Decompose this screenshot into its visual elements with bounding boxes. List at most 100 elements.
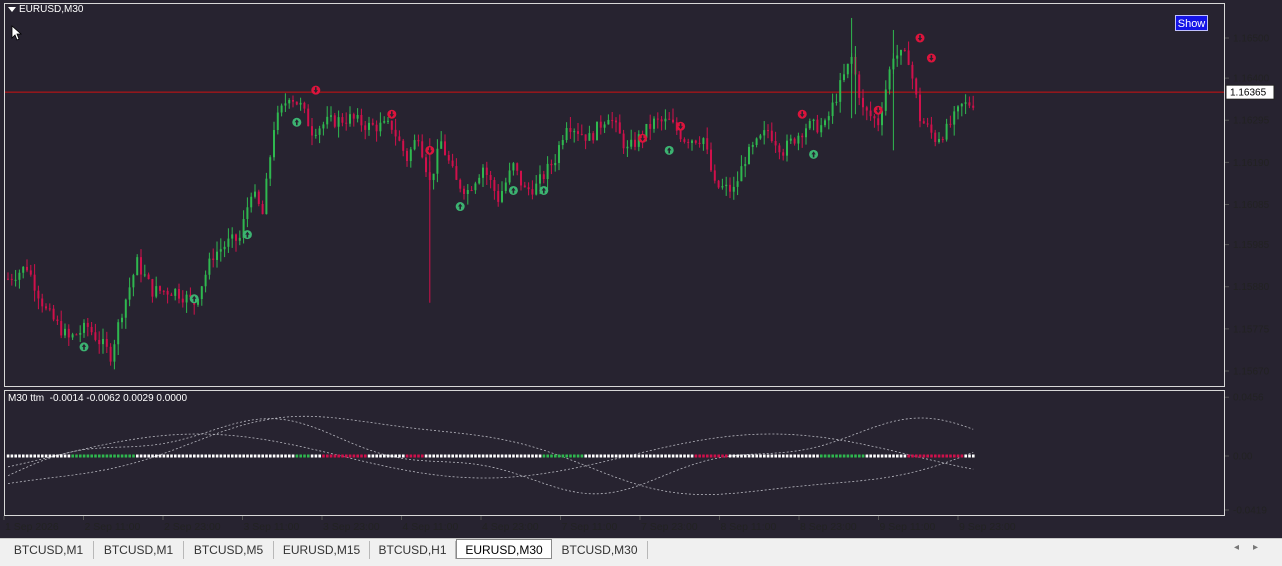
histogram-dot xyxy=(170,454,173,458)
histogram-dot xyxy=(774,454,777,458)
candle xyxy=(683,137,686,144)
histogram-dot xyxy=(352,454,356,458)
candle xyxy=(155,276,158,299)
candle xyxy=(273,121,275,161)
candle xyxy=(964,94,967,115)
candle xyxy=(299,97,302,111)
candle xyxy=(520,170,522,191)
chart-tab[interactable]: EURUSD,M30 xyxy=(456,539,552,559)
histogram-dot xyxy=(356,454,359,458)
chart-tab[interactable]: BTCUSD,M1 xyxy=(4,541,94,559)
histogram-dot xyxy=(71,454,74,458)
candle xyxy=(311,117,313,146)
time-tick-label: 7 Sep 11:00 xyxy=(562,521,618,533)
candle xyxy=(246,197,249,228)
time-tick-label: 9 Sep 23:00 xyxy=(959,521,1016,533)
candle xyxy=(763,121,766,145)
chart-tab[interactable]: EURUSD,M15 xyxy=(274,541,370,559)
candle xyxy=(178,283,180,304)
histogram-dot xyxy=(124,454,128,458)
candle xyxy=(67,324,70,346)
histogram-dot xyxy=(474,454,477,458)
histogram-dot xyxy=(785,454,789,458)
chart-tab[interactable]: BTCUSD,M1 xyxy=(94,541,184,559)
histogram-dot xyxy=(595,454,599,458)
histogram-dot xyxy=(394,454,397,458)
candle xyxy=(656,112,659,129)
candle xyxy=(79,325,82,343)
histogram-dot xyxy=(318,454,321,458)
histogram-dot xyxy=(481,454,485,458)
indicator-pane[interactable] xyxy=(4,390,1225,516)
histogram-dot xyxy=(949,454,952,458)
histogram-dot xyxy=(721,454,724,458)
candle xyxy=(387,116,389,124)
histogram-dot xyxy=(462,454,466,458)
histogram-dot xyxy=(679,454,682,458)
histogram-dot xyxy=(29,454,33,458)
candle xyxy=(599,115,602,135)
sell-signal-arrow xyxy=(311,85,321,95)
candle xyxy=(132,273,135,297)
candle xyxy=(265,172,268,215)
chart-tab[interactable]: BTCUSD,M5 xyxy=(184,541,274,559)
histogram-dot xyxy=(557,454,561,458)
candle xyxy=(409,146,412,168)
candle xyxy=(565,122,568,143)
histogram-dot xyxy=(755,454,758,458)
histogram-dot xyxy=(364,454,367,458)
histogram-dot xyxy=(538,454,542,458)
candle xyxy=(786,134,788,162)
histogram-dot xyxy=(618,454,622,458)
candle xyxy=(493,177,496,200)
histogram-dot xyxy=(398,454,401,458)
time-tick-label: 2 Sep 23:00 xyxy=(164,521,221,533)
show-button[interactable]: Show xyxy=(1175,15,1208,31)
histogram-dot xyxy=(390,454,394,458)
histogram-dot xyxy=(379,454,382,458)
candle xyxy=(691,139,693,151)
candle xyxy=(417,134,420,147)
candle xyxy=(26,259,28,273)
histogram-dot xyxy=(892,454,895,458)
histogram-dot xyxy=(215,454,219,458)
candle xyxy=(808,118,811,130)
histogram-dot xyxy=(580,454,584,458)
histogram-dot xyxy=(443,454,447,458)
buy-signal-arrow xyxy=(292,117,302,127)
histogram-dot xyxy=(888,454,891,458)
histogram-dot xyxy=(174,454,177,458)
histogram-dot xyxy=(67,454,71,458)
price-chart-pane[interactable] xyxy=(4,3,1225,387)
chart-tab[interactable]: BTCUSD,M30 xyxy=(552,541,648,559)
candle xyxy=(18,269,21,289)
histogram-dot xyxy=(48,454,52,458)
candle xyxy=(102,328,104,354)
candle xyxy=(364,120,367,140)
indicator-tick-label: -0.0419 xyxy=(1233,506,1267,517)
candle xyxy=(755,137,758,148)
candle xyxy=(907,41,910,66)
candle xyxy=(770,122,773,143)
histogram-dot xyxy=(656,454,660,458)
candle xyxy=(318,125,321,144)
histogram-dot xyxy=(383,454,386,458)
candle xyxy=(109,343,112,366)
candle xyxy=(41,293,44,313)
histogram-dot xyxy=(709,454,713,458)
candle xyxy=(884,80,887,116)
histogram-dot xyxy=(295,454,299,458)
chart-tab[interactable]: BTCUSD,H1 xyxy=(370,541,456,559)
histogram-dot xyxy=(652,454,656,458)
histogram-dot xyxy=(10,454,14,458)
dropdown-triangle-icon[interactable] xyxy=(8,7,16,12)
histogram-dot xyxy=(519,454,523,458)
tab-scroll-arrows[interactable]: ◂▸ xyxy=(1234,542,1272,553)
histogram-dot xyxy=(671,454,675,458)
candle xyxy=(546,156,549,189)
candle xyxy=(170,292,173,296)
histogram-dot xyxy=(804,454,808,458)
candle xyxy=(117,319,120,355)
histogram-dot xyxy=(713,454,717,458)
candle xyxy=(128,277,131,307)
